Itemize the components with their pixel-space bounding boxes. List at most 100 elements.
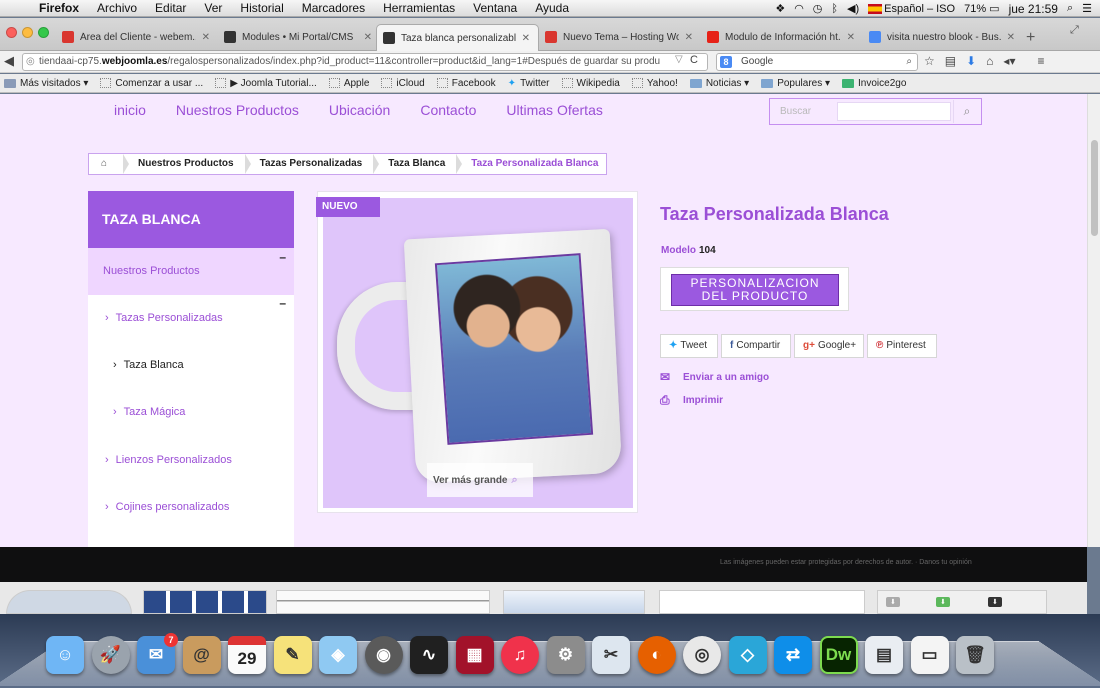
dock-firefox-icon[interactable]: ◐ xyxy=(637,636,676,674)
sidebar-item-cojines[interactable]: › Cojines personalizados xyxy=(105,501,229,513)
menu-historial[interactable]: Historial xyxy=(231,0,292,17)
sidebar-item-lienzos[interactable]: › Lienzos Personalizados xyxy=(105,454,232,466)
sidebar-item-taza-magica[interactable]: › Taza Mágica xyxy=(113,406,185,418)
dock-launchpad-icon[interactable]: 🚀 xyxy=(91,636,130,674)
dock-facetime-icon[interactable]: ◉ xyxy=(364,636,403,674)
product-image[interactable]: Ver más grande ⌕ xyxy=(323,198,633,508)
notification-center-icon[interactable]: ☰ xyxy=(1082,2,1092,15)
nav-nuestros-productos[interactable]: Nuestros Productos xyxy=(176,102,299,118)
search-button[interactable]: ⌕ xyxy=(953,100,980,123)
nav-ubicacion[interactable]: Ubicación xyxy=(329,102,390,118)
menu-icon[interactable]: ≡ xyxy=(1037,54,1044,68)
tab-taza-blanca[interactable]: Taza blanca personalizable ✕ xyxy=(376,24,539,51)
bookmark-item[interactable]: Más visitados ▾ xyxy=(4,78,88,89)
address-bar[interactable]: ◎ tiendaai-cp75.webjoomla.es/regalosperso… xyxy=(22,53,708,71)
scrollbar-thumb[interactable] xyxy=(1091,140,1098,236)
search-bar[interactable]: 8 Google ⌕ xyxy=(716,53,918,71)
bookmark-item[interactable]: Comenzar a usar ... xyxy=(100,78,203,89)
dock-chrome-icon[interactable]: ◎ xyxy=(683,636,721,674)
dock-finder-icon[interactable]: ☺ xyxy=(46,636,84,674)
tab-nuevo-tema[interactable]: Nuevo Tema – Hosting Wo... ✕ xyxy=(539,24,701,51)
bookmark-item[interactable]: Wikipedia xyxy=(561,78,620,89)
clock[interactable]: jue 21:59 xyxy=(1009,2,1058,16)
tab-modules[interactable]: Modules • Mi Portal/CMS ✕ xyxy=(218,24,380,51)
bookmark-item[interactable]: Invoice2go xyxy=(842,78,906,89)
tab-area-cliente[interactable]: Área del Cliente - webem... ✕ xyxy=(56,24,218,51)
pinterest-button[interactable]: ℗ Pinterest xyxy=(867,334,937,358)
dropdown-arrow-icon[interactable]: ▽ xyxy=(672,54,683,65)
reading-list-icon[interactable]: ▤ xyxy=(945,54,956,68)
dock-contacts-icon[interactable]: @ xyxy=(182,636,221,674)
close-tab-icon[interactable]: ✕ xyxy=(516,33,530,44)
dock-calendar-icon[interactable]: 29 xyxy=(228,636,266,674)
dock-downloads-icon[interactable]: ▤ xyxy=(865,636,903,674)
dock-preview-icon[interactable]: ✂ xyxy=(592,636,630,674)
menu-ver[interactable]: Ver xyxy=(195,0,231,17)
home-icon[interactable]: ⌂ xyxy=(986,54,993,68)
collapse-icon[interactable]: – xyxy=(279,296,286,310)
menu-ayuda[interactable]: Ayuda xyxy=(526,0,578,17)
nav-ultimas-ofertas[interactable]: Ultimas Ofertas xyxy=(506,102,602,118)
dock-itunes-icon[interactable]: ♫ xyxy=(501,636,539,674)
breadcrumb-home[interactable]: ⌂ xyxy=(89,154,129,174)
new-tab-icon[interactable]: + xyxy=(1026,29,1035,47)
volume-icon[interactable]: ◀) xyxy=(847,2,859,15)
menu-app-name[interactable]: Firefox xyxy=(30,0,88,17)
bookmark-item[interactable]: ✦ Twitter xyxy=(508,78,550,89)
menu-marcadores[interactable]: Marcadores xyxy=(293,0,374,17)
send-to-friend-link[interactable]: ✉ Enviar a un amigo xyxy=(660,370,769,384)
sidebar-item-nuestros-productos[interactable]: Nuestros Productos – xyxy=(88,248,294,295)
close-tab-icon[interactable]: ✕ xyxy=(196,32,210,43)
breadcrumb-nuestros-productos[interactable]: Nuestros Productos xyxy=(123,154,251,174)
download-icon[interactable]: ⬇ xyxy=(966,54,976,68)
collapse-icon[interactable]: – xyxy=(279,250,286,264)
battery-status[interactable]: 71% ▭ xyxy=(964,2,999,15)
menu-ventana[interactable]: Ventana xyxy=(464,0,526,17)
bookmark-item[interactable]: Noticias ▾ xyxy=(689,78,749,89)
facebook-share-button[interactable]: f Compartir xyxy=(721,334,791,358)
close-tab-icon[interactable]: ✕ xyxy=(358,32,372,43)
customize-product-button[interactable]: PERSONALIZACION DEL PRODUCTO xyxy=(671,274,839,306)
bookmark-item[interactable]: iCloud xyxy=(381,78,425,89)
dock-teamviewer-icon[interactable]: ⇄ xyxy=(774,636,812,674)
menu-herramientas[interactable]: Herramientas xyxy=(374,0,464,17)
breadcrumb-tazas-personalizadas[interactable]: Tazas Personalizadas xyxy=(245,154,379,174)
zoom-window-button[interactable] xyxy=(38,27,49,38)
dock-photo-booth-icon[interactable]: ▦ xyxy=(455,636,494,674)
bookmark-item[interactable]: Facebook xyxy=(436,78,496,89)
bookmark-item[interactable]: Apple xyxy=(328,78,369,89)
search-input[interactable] xyxy=(837,102,951,121)
tweet-button[interactable]: ✦ Tweet xyxy=(660,334,718,358)
breadcrumb-taza-blanca[interactable]: Taza Blanca xyxy=(373,154,463,174)
tab-modulo-informacion[interactable]: Modulo de Información ht... ✕ xyxy=(701,24,863,51)
bookmark-item[interactable]: Populares ▾ xyxy=(761,78,830,89)
wifi-icon[interactable]: ◠ xyxy=(794,2,804,15)
nav-inicio[interactable]: inicio xyxy=(114,102,146,118)
dock-documents-icon[interactable]: ▭ xyxy=(910,636,949,674)
page-scrollbar[interactable] xyxy=(1087,94,1100,547)
close-tab-icon[interactable]: ✕ xyxy=(679,32,693,43)
sidebar-item-taza-blanca[interactable]: › Taza Blanca xyxy=(113,359,184,371)
close-tab-icon[interactable]: ✕ xyxy=(1001,32,1015,43)
dock-system-preferences-icon[interactable]: ⚙ xyxy=(546,636,585,674)
close-window-button[interactable] xyxy=(6,27,17,38)
dock-activity-monitor-icon[interactable]: ∿ xyxy=(410,636,448,674)
bookmark-star-icon[interactable]: ☆ xyxy=(924,54,935,68)
print-link[interactable]: ⎙ Imprimir xyxy=(660,393,723,408)
menu-archivo[interactable]: Archivo xyxy=(88,0,146,17)
dock-xcode-icon[interactable]: ◇ xyxy=(728,636,767,674)
close-tab-icon[interactable]: ✕ xyxy=(841,32,855,43)
bluetooth-icon[interactable]: ᛒ xyxy=(831,3,838,15)
nav-contacto[interactable]: Contacto xyxy=(420,102,476,118)
input-source[interactable]: Español – ISO xyxy=(868,3,955,15)
dropbox-icon[interactable]: ❖ xyxy=(775,2,785,15)
bookmark-item[interactable]: ▶ Joomla Tutorial... xyxy=(215,78,317,89)
reload-icon[interactable]: C xyxy=(690,54,698,66)
view-larger-button[interactable]: Ver más grande ⌕ xyxy=(427,463,533,497)
dock-dreamweaver-icon[interactable]: Dw xyxy=(819,636,858,674)
back-icon[interactable]: ◀ xyxy=(4,53,14,69)
dock-notes-icon[interactable]: ✎ xyxy=(273,636,312,674)
google-plus-button[interactable]: g+ Google+ xyxy=(794,334,864,358)
bookmark-item[interactable]: Yahoo! xyxy=(631,78,678,89)
search-engine-icon[interactable]: 8 xyxy=(720,56,732,68)
